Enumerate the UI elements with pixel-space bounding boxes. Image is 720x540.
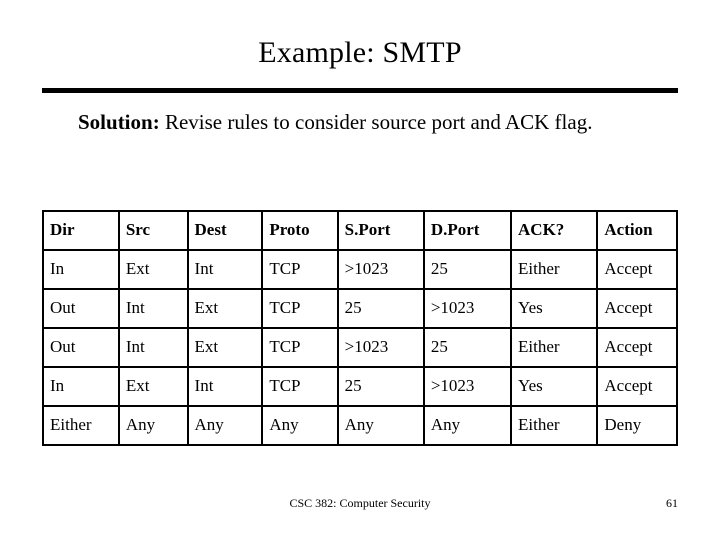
cell-action: Accept xyxy=(596,288,678,329)
cell-ack: Either xyxy=(510,327,599,368)
table-row: Out Int Ext TCP >1023 25 Either Accept xyxy=(42,327,678,368)
cell-proto: TCP xyxy=(261,249,339,290)
cell-ack: Yes xyxy=(510,288,599,329)
footer-course-label: CSC 382: Computer Security xyxy=(289,496,431,510)
cell-dest: Ext xyxy=(186,327,264,368)
solution-label: Solution: xyxy=(78,110,160,134)
cell-proto: TCP xyxy=(261,327,339,368)
cell-action: Accept xyxy=(596,366,678,407)
cell-dir: In xyxy=(42,366,120,407)
cell-ack: Either xyxy=(510,405,599,446)
solution-text: Revise rules to consider source port and… xyxy=(159,110,593,134)
cell-dest: Any xyxy=(186,405,264,446)
cell-action: Accept xyxy=(596,327,678,368)
cell-sport: 25 xyxy=(336,366,425,407)
page-title: Example: SMTP xyxy=(258,36,462,69)
firewall-rules-table: Dir Src Dest Proto S.Port D.Port ACK? Ac… xyxy=(42,210,678,446)
solution-paragraph: Solution: Revise rules to consider sourc… xyxy=(78,108,678,137)
table-row: Out Int Ext TCP 25 >1023 Yes Accept xyxy=(42,288,678,329)
cell-dport: >1023 xyxy=(422,366,513,407)
table-header-row: Dir Src Dest Proto S.Port D.Port ACK? Ac… xyxy=(42,210,678,251)
page-number: 61 xyxy=(666,496,678,510)
column-header-src: Src xyxy=(117,210,189,251)
cell-ack: Yes xyxy=(510,366,599,407)
cell-action: Accept xyxy=(596,249,678,290)
cell-proto: Any xyxy=(261,405,339,446)
cell-dir: Out xyxy=(42,288,120,329)
column-header-ack: ACK? xyxy=(510,210,599,251)
cell-action: Deny xyxy=(596,405,678,446)
cell-src: Any xyxy=(117,405,189,446)
cell-dport: 25 xyxy=(422,327,513,368)
cell-dport: 25 xyxy=(422,249,513,290)
table-row: In Ext Int TCP 25 >1023 Yes Accept xyxy=(42,366,678,407)
cell-sport: 25 xyxy=(336,288,425,329)
cell-sport: >1023 xyxy=(336,249,425,290)
column-header-action: Action xyxy=(596,210,678,251)
column-header-dir: Dir xyxy=(42,210,120,251)
cell-proto: TCP xyxy=(261,288,339,329)
cell-dir: Out xyxy=(42,327,120,368)
table-row: Either Any Any Any Any Any Either Deny xyxy=(42,405,678,446)
cell-src: Ext xyxy=(117,366,189,407)
column-header-dest: Dest xyxy=(186,210,264,251)
cell-dir: Either xyxy=(42,405,120,446)
cell-src: Ext xyxy=(117,249,189,290)
cell-sport: Any xyxy=(336,405,425,446)
column-header-sport: S.Port xyxy=(336,210,425,251)
cell-dport: >1023 xyxy=(422,288,513,329)
cell-dest: Int xyxy=(186,249,264,290)
cell-dport: Any xyxy=(422,405,513,446)
cell-dir: In xyxy=(42,249,120,290)
column-header-proto: Proto xyxy=(261,210,339,251)
cell-ack: Either xyxy=(510,249,599,290)
column-header-dport: D.Port xyxy=(422,210,513,251)
cell-src: Int xyxy=(117,288,189,329)
cell-proto: TCP xyxy=(261,366,339,407)
cell-sport: >1023 xyxy=(336,327,425,368)
table-row: In Ext Int TCP >1023 25 Either Accept xyxy=(42,249,678,290)
cell-src: Int xyxy=(117,327,189,368)
slide: Example: SMTP Solution: Revise rules to … xyxy=(0,0,720,540)
cell-dest: Int xyxy=(186,366,264,407)
cell-dest: Ext xyxy=(186,288,264,329)
title-divider xyxy=(42,88,678,93)
